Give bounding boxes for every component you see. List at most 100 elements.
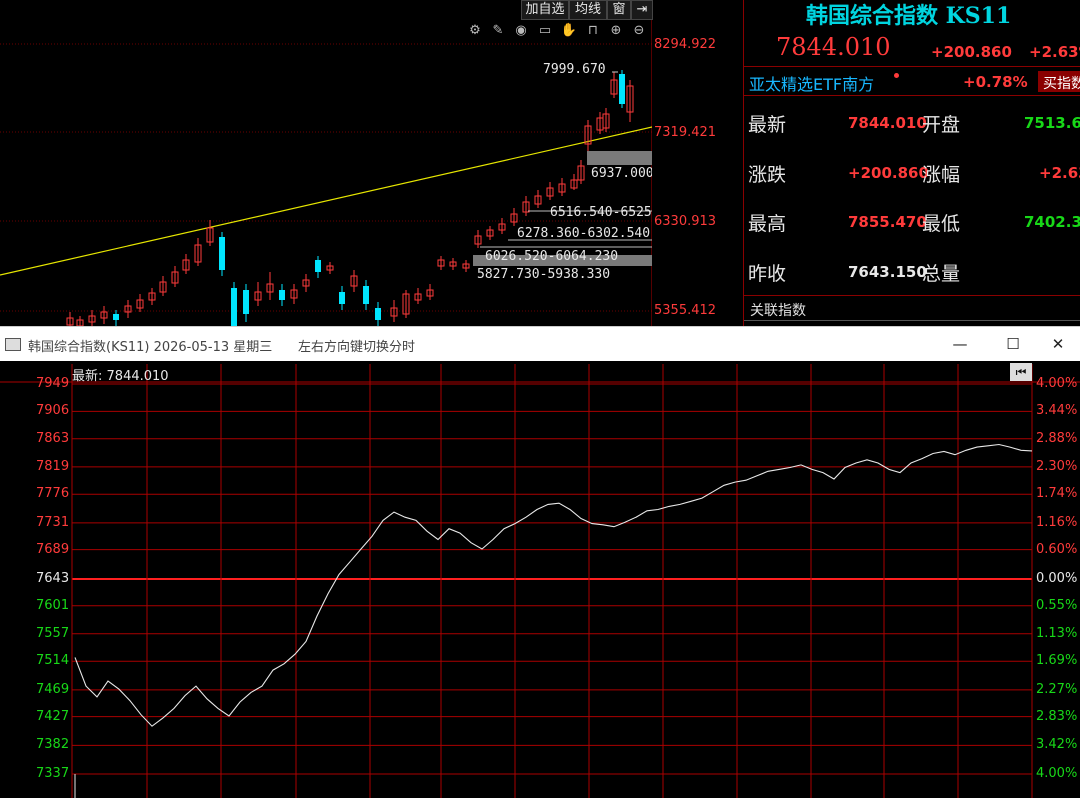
y-axis-pct-label: 2.27% — [1036, 681, 1078, 697]
y-axis-price-label: 7906 — [36, 403, 70, 419]
y-axis-pct-label: 4.00% — [1036, 376, 1078, 391]
row-value-prev-close: 7643.150 — [848, 263, 927, 281]
row-label-latest: 最新 — [748, 114, 787, 136]
zoom-out-icon[interactable]: ⊖ — [630, 22, 648, 40]
y-axis-price-label: 7382 — [36, 737, 70, 753]
intraday-chart-area: 最新: 7844.010 ⏮ 7949 4.00% 7906 3.44% 7863 2.8… — [0, 361, 1080, 798]
intraday-window: 韩国综合指数(KS11) 2026-05-13 星期三 左右方向键切换分时 — … — [0, 326, 1080, 798]
price-axis-label: 8294.922 — [654, 37, 717, 52]
exit-button[interactable]: ⇥ — [631, 0, 653, 20]
row-value-latest: 7844.010 — [848, 114, 927, 132]
quote-divider — [744, 95, 1080, 96]
close-button[interactable]: ✕ — [1036, 327, 1080, 362]
row-label-open: 开盘 — [922, 114, 961, 136]
kline-panel: 7999.670 6937.000 6516.540-6525 6278.360… — [0, 0, 653, 326]
y-axis-price-label: 7863 — [36, 430, 70, 446]
maximize-icon: ☐ — [1006, 335, 1020, 353]
window-hint: 左右方向键切换分时 — [298, 340, 416, 355]
quote-divider — [744, 320, 1080, 321]
minimize-button[interactable]: — — [937, 327, 983, 362]
y-axis-pct-label: 0.60% — [1036, 541, 1078, 557]
y-axis-pct-label: 0.00% — [1036, 571, 1078, 586]
row-value-open: 7513.65 — [1024, 114, 1080, 132]
y-axis-pct-label: 3.44% — [1036, 403, 1078, 419]
quote-divider — [744, 295, 1080, 296]
y-axis-pct-label: 0.55% — [1036, 597, 1078, 613]
y-axis-price-label: 7689 — [36, 541, 70, 557]
window-titlebar[interactable]: 韩国综合指数(KS11) 2026-05-13 星期三 左右方向键切换分时 — … — [0, 326, 1080, 362]
y-axis-pct-label: 2.83% — [1036, 708, 1078, 724]
candle-body — [339, 292, 345, 304]
window-button[interactable]: 窗 — [607, 0, 631, 20]
y-axis-price-label: 7949 — [36, 376, 70, 391]
price-axis-label: 6330.913 — [654, 214, 717, 229]
candle-body — [315, 260, 321, 272]
back-to-start-button[interactable]: ⏮ — [1010, 363, 1032, 381]
row-value-low: 7402.36 — [1024, 213, 1080, 231]
related-etf-change: +0.78% — [963, 73, 1028, 91]
settings-icon[interactable]: ⚙ — [466, 22, 484, 40]
row-label-low: 最低 — [922, 213, 961, 235]
y-axis-price-label: 7819 — [36, 458, 70, 474]
y-axis-price-label: 7731 — [36, 514, 70, 530]
candle-body — [375, 308, 381, 320]
candle-body — [243, 290, 249, 314]
lock-icon[interactable]: ⊓ — [584, 22, 602, 40]
price-axis-label: 5355.412 — [654, 303, 717, 318]
y-axis-price-label: 7514 — [36, 653, 70, 669]
y-axis-pct-label: 3.42% — [1036, 737, 1078, 753]
candle-body — [363, 286, 369, 304]
range-label-5: 5827.730-5938.330 — [477, 267, 611, 282]
candle-body — [231, 288, 237, 326]
moving-average-button[interactable]: 均线 — [569, 0, 607, 20]
y-axis-pct-label: 1.16% — [1036, 514, 1078, 530]
candle-body — [279, 290, 285, 300]
y-axis-price-label: 7643 — [36, 571, 70, 586]
add-watchlist-button[interactable]: 加自选 — [521, 0, 569, 20]
y-axis-pct-label: 4.00% — [1036, 766, 1078, 781]
y-axis-pct-label: 2.88% — [1036, 430, 1078, 446]
candle-body — [219, 237, 225, 270]
row-label-change: 涨跌 — [748, 164, 787, 186]
draw-pen-icon[interactable]: ✎ — [489, 22, 507, 40]
minimize-icon: — — [952, 335, 968, 353]
range-label-1: 6937.000 — [591, 166, 652, 181]
y-axis-pct-label: 1.74% — [1036, 486, 1078, 502]
latest-label: 最新: 7844.010 — [72, 365, 169, 384]
close-icon: ✕ — [1051, 335, 1065, 353]
buy-etf-button[interactable]: 买指数 — [1038, 71, 1080, 92]
y-axis-pct-label: 1.13% — [1036, 625, 1078, 641]
app-icon — [5, 338, 21, 351]
eye-icon[interactable]: ◉ — [512, 22, 530, 40]
high-annotation: 7999.670 — [543, 62, 606, 77]
y-axis-price-label: 7776 — [36, 486, 70, 502]
y-axis-pct-label: 1.69% — [1036, 653, 1078, 669]
candle-body — [113, 314, 119, 320]
quote-change: +200.860 — [931, 43, 1012, 61]
intraday-chart — [0, 364, 1080, 798]
quote-price: 7844.010 — [776, 33, 891, 61]
row-value-high: 7855.470 — [848, 213, 927, 231]
hand-icon[interactable]: ✋ — [560, 22, 578, 40]
y-axis-price-label: 7427 — [36, 708, 70, 724]
toolbox-icon[interactable]: ▭ — [536, 22, 554, 40]
range-label-2: 6516.540-6525 — [550, 205, 652, 220]
related-index-tab[interactable]: 关联指数 — [750, 300, 806, 320]
price-axis-label: 7319.421 — [654, 125, 717, 140]
y-axis-price-label: 7469 — [36, 681, 70, 697]
zoom-in-icon[interactable]: ⊕ — [607, 22, 625, 40]
row-label-high: 最高 — [748, 213, 787, 235]
exit-icon: ⇥ — [636, 2, 648, 17]
range-label-4: 6026.520-6064.230 — [485, 249, 619, 264]
window-title: 韩国综合指数(KS11) 2026-05-13 星期三 — [28, 340, 273, 355]
range-label-3: 6278.360-6302.540 — [517, 226, 651, 241]
row-label-volume: 总量 — [922, 263, 961, 285]
y-axis-price-label: 7557 — [36, 625, 70, 641]
quote-divider — [744, 66, 1080, 67]
row-value-change-pct: +2.63 — [1039, 164, 1080, 182]
latest-label-text: 最新: — [72, 369, 103, 384]
maximize-button[interactable]: ☐ — [990, 327, 1036, 362]
y-axis-price-label: 7601 — [36, 597, 70, 613]
related-etf-link[interactable]: 亚太精选ETF南方 — [749, 71, 874, 95]
red-dot-icon — [894, 73, 899, 78]
